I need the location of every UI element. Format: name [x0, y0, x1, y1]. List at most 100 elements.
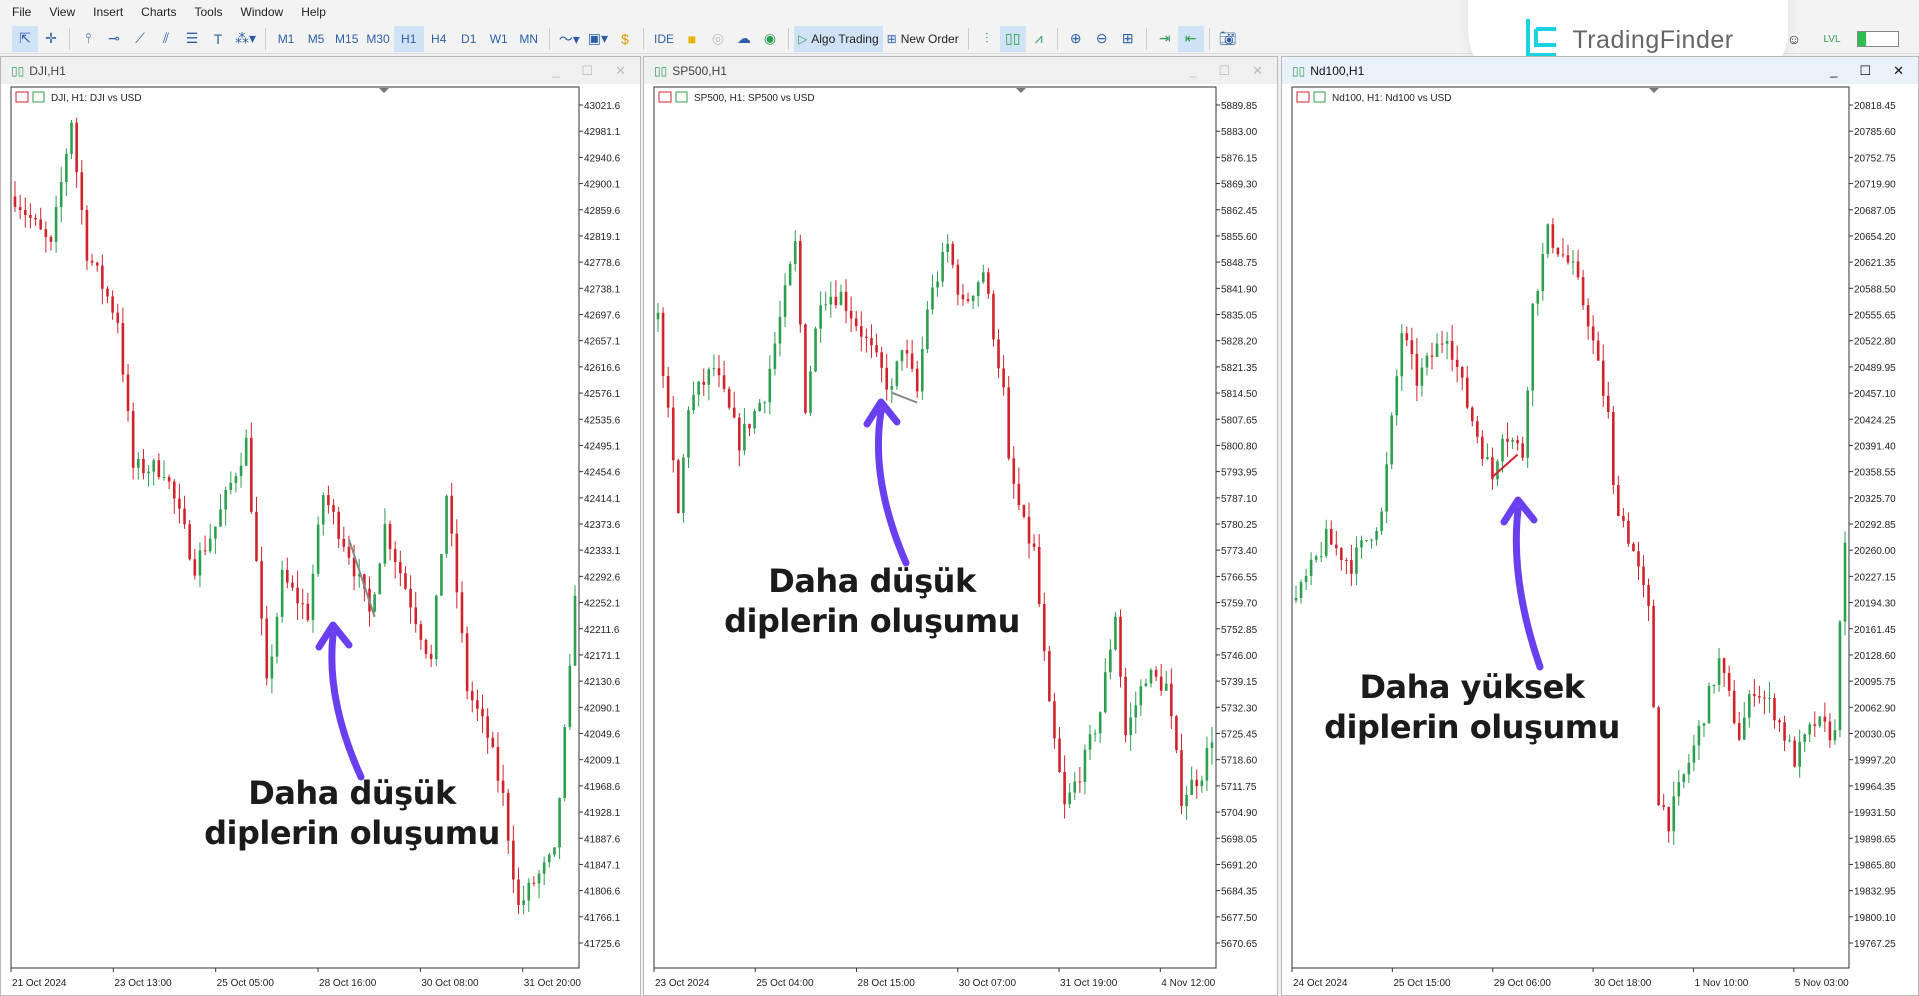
fibonacci-icon[interactable]: ☰ — [179, 26, 205, 52]
market-icon[interactable]: $ — [612, 26, 638, 52]
chart-shift-icon[interactable]: ⇤ — [1177, 25, 1204, 52]
divider — [1056, 27, 1058, 50]
close-button[interactable]: ✕ — [615, 63, 626, 79]
date-label: 30 Oct 07:00 — [959, 978, 1017, 989]
signals-icon[interactable]: ◎ — [705, 26, 731, 52]
ide-button[interactable]: IDE — [649, 26, 679, 52]
candles-icon: ▯▯ — [11, 63, 25, 78]
vps-icon[interactable]: ◉ — [757, 26, 783, 52]
price-label: 19767.25 — [1854, 939, 1896, 950]
price-label: 5759.70 — [1221, 599, 1258, 610]
price-label: 42009.1 — [584, 756, 621, 767]
tile-windows-icon[interactable]: ⊞ — [1115, 26, 1141, 52]
date-label: 28 Oct 16:00 — [319, 978, 377, 989]
chart-window-titlebar[interactable]: ▯▯ SP500,H1 _ ☐ ✕ — [644, 57, 1277, 84]
trendline-icon[interactable]: ⟋ — [127, 26, 153, 52]
menu-insert[interactable]: Insert — [87, 5, 135, 19]
screenshot-icon[interactable]: 📷︎ — [1215, 26, 1241, 52]
chart-window-dji[interactable]: ▯▯ DJI,H1 _ ☐ ✕ DJI, H1: DJI vs USD 43021.6 429… — [0, 56, 641, 996]
annotation-line-2: diplerin oluşumu — [204, 814, 500, 852]
timeframe-d1[interactable]: D1 — [454, 26, 484, 52]
timeframe-h4[interactable]: H4 — [424, 26, 454, 52]
divider — [967, 27, 969, 50]
chart-window-titlebar[interactable]: ▯▯ Nd100,H1 _ ☐ ✕ — [1282, 57, 1918, 84]
minimize-button[interactable]: _ — [1830, 63, 1837, 78]
shop-bag-icon[interactable]: ■ — [679, 26, 705, 52]
price-label: 5773.40 — [1221, 546, 1258, 557]
price-label: 41928.1 — [584, 808, 621, 819]
price-label: 20555.65 — [1854, 311, 1896, 322]
candle — [809, 365, 812, 417]
level-icon[interactable]: LVL — [1819, 26, 1845, 52]
zoom-out-icon[interactable]: ⊖ — [1089, 26, 1115, 52]
price-label: 42738.1 — [584, 284, 621, 295]
chart-nd100[interactable]: Nd100, H1: Nd100 vs USD 20818.45 20785.60 2… — [1282, 84, 1918, 994]
candle — [85, 205, 89, 271]
price-label: 42171.1 — [584, 651, 621, 662]
channel-icon[interactable]: ⫽ — [153, 26, 179, 52]
price-label: 20424.25 — [1854, 415, 1896, 426]
cloud-icon[interactable]: ☁ — [731, 26, 757, 52]
chart-type-icon[interactable]: 〜▾ — [555, 26, 584, 52]
timeframe-mn[interactable]: MN — [514, 26, 544, 52]
candlestick-icon[interactable]: ▯▯ — [999, 25, 1026, 52]
close-button[interactable]: ✕ — [1252, 63, 1263, 79]
chart-window-sp500[interactable]: ▯▯ SP500,H1 _ ☐ ✕ SP500, H1: SP500 vs USD 5889… — [643, 56, 1278, 996]
menu-window[interactable]: Window — [235, 5, 296, 19]
price-label: 42940.6 — [584, 153, 621, 164]
timeframe-m1[interactable]: M1 — [271, 26, 301, 52]
maximize-button[interactable]: ☐ — [1218, 63, 1230, 79]
maximize-button[interactable]: ☐ — [1859, 63, 1871, 79]
price-label: 5787.10 — [1221, 494, 1258, 505]
vertical-line-icon[interactable]: ⫯ — [75, 26, 101, 52]
template-icon[interactable]: ▣▾ — [584, 26, 612, 52]
date-label: 23 Oct 13:00 — [114, 978, 172, 989]
horizontal-line-icon[interactable]: ⊸ — [101, 26, 127, 52]
autoscroll-icon[interactable]: ⇥ — [1152, 26, 1178, 52]
price-label: 41806.6 — [584, 887, 621, 898]
price-label: 42414.1 — [584, 494, 621, 505]
price-label: 20522.80 — [1854, 337, 1896, 348]
price-label: 42900.1 — [584, 180, 621, 191]
price-label: 20752.75 — [1854, 153, 1896, 164]
shapes-icon[interactable]: ⁂▾ — [231, 26, 260, 52]
menu-charts[interactable]: Charts — [135, 5, 188, 19]
date-label: 25 Oct 04:00 — [756, 978, 814, 989]
candle — [1007, 375, 1010, 461]
timeframe-m15[interactable]: M15 — [331, 26, 362, 52]
text-icon[interactable]: T — [205, 26, 231, 52]
chart-window-title: SP500,H1 — [672, 63, 727, 78]
menu-view[interactable]: View — [43, 5, 87, 19]
price-label: 41968.6 — [584, 782, 621, 793]
price-label: 5793.95 — [1221, 468, 1258, 479]
chart-window-nd100[interactable]: ▯▯ Nd100,H1 _ ☐ ✕ Nd100, H1: Nd100 vs USD 2081… — [1281, 56, 1919, 996]
zoom-in-icon[interactable]: ⊕ — [1063, 26, 1089, 52]
maximize-button[interactable]: ☐ — [581, 63, 593, 79]
chart-dji[interactable]: DJI, H1: DJI vs USD 43021.6 42981.1 42940.6… — [1, 84, 640, 994]
menu-help[interactable]: Help — [295, 5, 338, 19]
price-label: 42576.1 — [584, 389, 621, 400]
algo-trading-button[interactable]: ▷ Algo Trading — [794, 25, 883, 52]
price-label: 5855.60 — [1221, 232, 1258, 243]
candle — [316, 516, 320, 577]
bar-chart-icon[interactable]: ⫶ — [974, 26, 1000, 52]
new-order-button[interactable]: ⊞ New Order — [883, 26, 963, 52]
date-label: 24 Oct 2024 — [1293, 978, 1348, 989]
timeframe-w1[interactable]: W1 — [484, 26, 514, 52]
timeframe-m30[interactable]: M30 — [362, 26, 393, 52]
divider — [548, 27, 550, 50]
timeframe-m5[interactable]: M5 — [301, 26, 331, 52]
price-label: 20621.35 — [1854, 258, 1896, 269]
cursor-icon[interactable]: ⇱ — [12, 25, 38, 52]
timeframe-h1[interactable]: H1 — [393, 25, 424, 52]
line-chart-icon[interactable]: ⩘ — [1026, 26, 1052, 52]
price-label: 5752.85 — [1221, 625, 1258, 636]
minimize-button[interactable]: _ — [1189, 63, 1196, 78]
chart-window-titlebar[interactable]: ▯▯ DJI,H1 _ ☐ ✕ — [1, 57, 640, 84]
crosshair-icon[interactable]: ✛ — [38, 26, 64, 52]
close-button[interactable]: ✕ — [1893, 63, 1904, 79]
chart-sp500[interactable]: SP500, H1: SP500 vs USD 5889.85 5883.00 587… — [644, 84, 1277, 994]
menu-tools[interactable]: Tools — [189, 5, 235, 19]
menu-file[interactable]: File — [6, 5, 43, 19]
minimize-button[interactable]: _ — [552, 63, 559, 78]
